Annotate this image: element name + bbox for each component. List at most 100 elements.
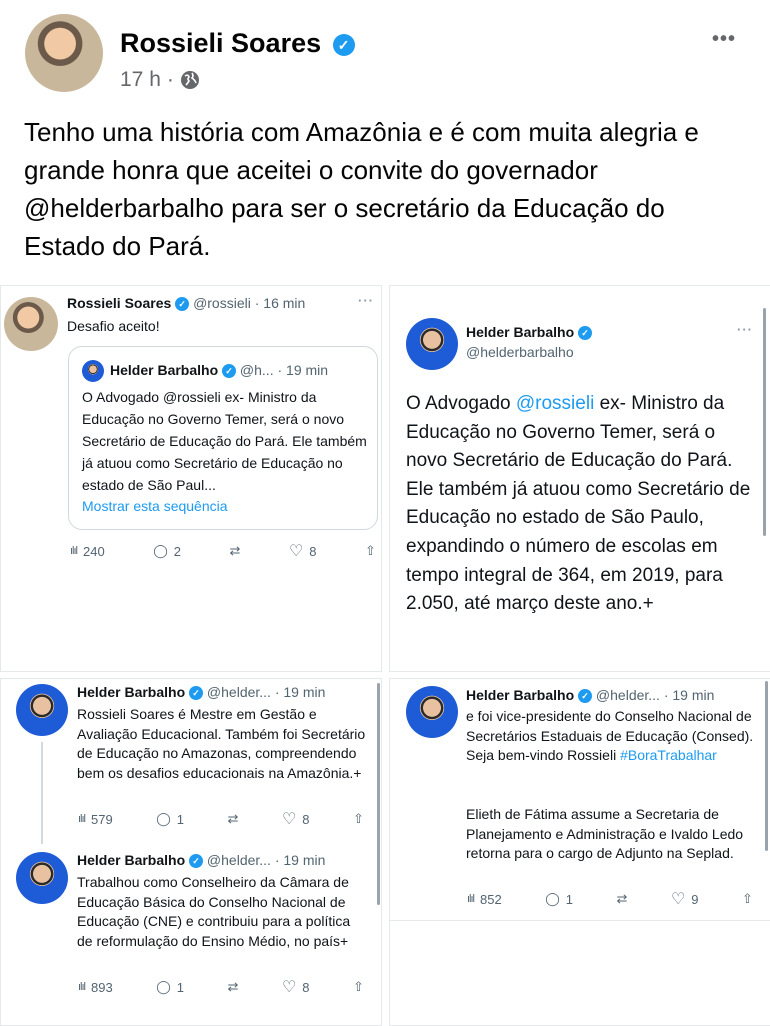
like-count: 8 xyxy=(309,543,317,559)
like-icon: ♡ xyxy=(281,811,297,828)
tweet-handle-time[interactable]: @helder... · 19 min xyxy=(207,684,326,700)
reply-count: 1 xyxy=(176,811,185,827)
like-icon: ♡ xyxy=(670,891,686,908)
verified-badge-icon: ✓ xyxy=(578,326,593,341)
views-button[interactable]: ılıl 893 xyxy=(78,977,113,997)
views-icon: ılıl xyxy=(78,813,86,825)
reply-count: 2 xyxy=(173,543,182,559)
views-button[interactable]: ılıl 240 xyxy=(70,541,105,561)
mention-link[interactable]: @rossieli xyxy=(516,393,594,414)
reply-count: 1 xyxy=(565,891,574,907)
tweet-more-button[interactable]: ··· xyxy=(737,322,753,337)
tweet-text: e foi vice-presidente do Conselho Nacion… xyxy=(466,707,756,766)
tweet-header: Helder Barbalho ✓ @helder... · 19 min xyxy=(77,684,326,701)
reply-icon: ◯ xyxy=(545,891,560,906)
tweet-avatar[interactable] xyxy=(16,852,68,904)
retweet-button[interactable]: ⇄ xyxy=(230,541,241,561)
tweet-handle-time[interactable]: @helder... · 19 min xyxy=(596,687,715,703)
like-button[interactable]: ♡ 8 xyxy=(282,809,310,829)
tweet-avatar[interactable] xyxy=(4,297,58,351)
share-button[interactable]: ⇧ xyxy=(742,889,753,909)
verified-badge-icon: ✓ xyxy=(189,854,204,869)
retweet-button[interactable]: ⇄ xyxy=(228,977,239,997)
tweet-text-second-paragraph: Elieth de Fátima assume a Secretaria de … xyxy=(466,806,744,862)
views-button[interactable]: ılıl 579 xyxy=(78,809,113,829)
tweet-actions: ılıl 579 ◯ 1 ⇄ ♡ 8 ⇧ xyxy=(78,809,364,829)
verified-badge-icon: ✓ xyxy=(175,297,190,312)
tweet-avatar[interactable] xyxy=(406,318,458,370)
tweet-avatar[interactable] xyxy=(16,684,68,736)
tweet-actions: ılıl 893 ◯ 1 ⇄ ♡ 8 ⇧ xyxy=(78,977,364,997)
like-count: 8 xyxy=(302,811,310,827)
views-count: 240 xyxy=(83,543,105,559)
scrollbar[interactable] xyxy=(765,681,768,851)
retweet-icon: ⇄ xyxy=(227,811,239,826)
verified-badge-icon: ✓ xyxy=(189,686,204,701)
tweet-header: Helder Barbalho ✓ @helder... · 19 min xyxy=(466,687,715,704)
tweet-text-part: O Advogado xyxy=(406,393,516,414)
tweet-author-name[interactable]: Helder Barbalho xyxy=(466,687,574,703)
thread-line xyxy=(41,742,43,844)
scrollbar[interactable] xyxy=(763,308,766,536)
tweet-author-name[interactable]: Helder Barbalho xyxy=(466,324,574,340)
like-button[interactable]: ♡ 8 xyxy=(289,541,317,561)
tweet-handle-time[interactable]: @rossieli · 16 min xyxy=(193,295,305,311)
retweet-icon: ⇄ xyxy=(616,891,628,906)
retweet-icon: ⇄ xyxy=(229,543,241,558)
views-icon: ılıl xyxy=(78,981,86,993)
post-time[interactable]: 17 h xyxy=(120,68,161,92)
scrollbar[interactable] xyxy=(377,683,380,905)
meta-separator: · xyxy=(166,68,174,91)
views-count: 579 xyxy=(91,811,113,827)
tweet-avatar[interactable] xyxy=(406,686,458,738)
quoted-author-name: Helder Barbalho xyxy=(110,362,219,378)
tweet-text: Rossieli Soares é Mestre em Gestão e Ava… xyxy=(77,706,366,781)
reply-button[interactable]: ◯ 2 xyxy=(153,541,181,561)
reply-button[interactable]: ◯ 1 xyxy=(545,889,573,909)
tweet-header: Rossieli Soares ✓ @rossieli · 16 min xyxy=(67,295,305,312)
tweet-actions: ılıl 240 ◯ 2 ⇄ ♡ 8 ⇧ xyxy=(70,541,376,561)
reply-button[interactable]: ◯ 1 xyxy=(156,809,184,829)
like-button[interactable]: ♡ 8 xyxy=(282,977,310,997)
tweet-handle-time[interactable]: @helder... · 19 min xyxy=(207,852,326,868)
tweet-header: Helder Barbalho ✓ @helder... · 19 min xyxy=(77,852,326,869)
post-meta: 17 h · xyxy=(120,68,200,92)
quoted-text: O Advogado @rossieli ex- Ministro da Edu… xyxy=(82,389,367,493)
tweet-handle[interactable]: @helderbarbalho xyxy=(466,344,574,360)
retweet-button[interactable]: ⇄ xyxy=(228,809,239,829)
tweet-author-name[interactable]: Helder Barbalho xyxy=(77,852,185,868)
reply-count: 1 xyxy=(176,979,185,995)
views-icon: ılıl xyxy=(467,893,475,905)
show-thread-link[interactable]: Mostrar esta sequência xyxy=(82,498,228,514)
tweet-author-name[interactable]: Rossieli Soares xyxy=(67,295,171,311)
like-count: 8 xyxy=(302,979,310,995)
author-name-text[interactable]: Rossieli Soares xyxy=(120,28,321,58)
tweet-more-button[interactable]: ··· xyxy=(358,293,374,308)
views-count: 893 xyxy=(91,979,113,995)
share-button[interactable]: ⇧ xyxy=(353,809,364,829)
share-icon: ⇧ xyxy=(353,811,364,826)
share-button[interactable]: ⇧ xyxy=(353,977,364,997)
tweet-author-name[interactable]: Helder Barbalho xyxy=(77,684,185,700)
hashtag-link[interactable]: #BoraTrabalhar xyxy=(620,747,717,763)
share-icon: ⇧ xyxy=(353,979,364,994)
author-name[interactable]: Rossieli Soares ✓ xyxy=(120,28,355,59)
post-options-button[interactable]: ••• xyxy=(712,28,736,51)
like-icon: ♡ xyxy=(288,543,304,560)
author-avatar[interactable] xyxy=(25,14,103,92)
like-button[interactable]: ♡ 9 xyxy=(671,889,699,909)
like-icon: ♡ xyxy=(281,979,297,996)
quoted-avatar xyxy=(82,360,104,382)
share-icon: ⇧ xyxy=(742,891,753,906)
share-button[interactable]: ⇧ xyxy=(365,541,376,561)
tweet-divider xyxy=(389,920,770,921)
reply-button[interactable]: ◯ 1 xyxy=(156,977,184,997)
views-button[interactable]: ılıl 852 xyxy=(467,889,502,909)
retweet-icon: ⇄ xyxy=(227,979,239,994)
verified-badge-icon: ✓ xyxy=(332,33,355,56)
reply-icon: ◯ xyxy=(156,979,171,994)
retweet-button[interactable]: ⇄ xyxy=(617,889,628,909)
reply-icon: ◯ xyxy=(153,543,168,558)
reply-icon: ◯ xyxy=(156,811,171,826)
share-icon: ⇧ xyxy=(365,543,376,558)
